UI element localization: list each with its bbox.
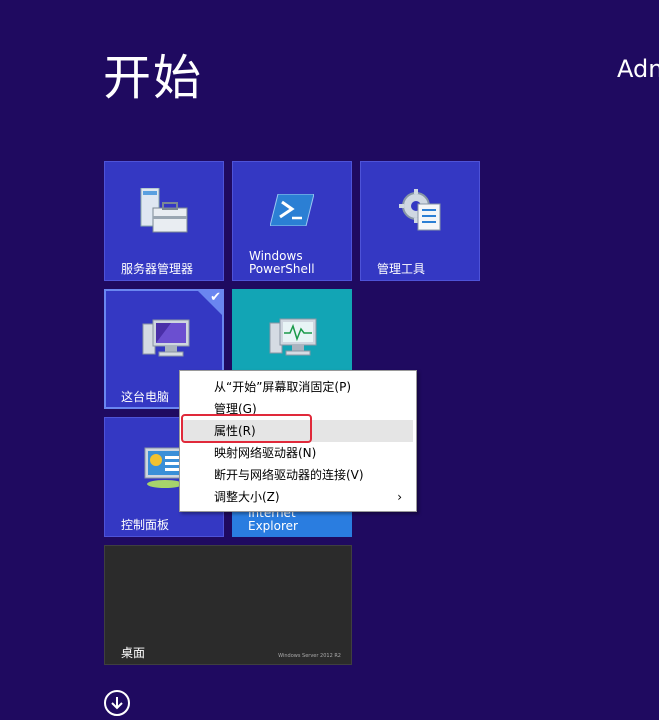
all-apps-button[interactable]: [104, 690, 130, 716]
menu-item-resize[interactable]: 调整大小(Z) ›: [180, 486, 416, 508]
user-name[interactable]: Adm: [617, 55, 659, 83]
tile-server-manager[interactable]: 服务器管理器: [104, 161, 224, 281]
tile-label: 服务器管理器: [121, 262, 194, 276]
selected-check: ✔: [197, 290, 223, 316]
tile-label: 这台电脑: [121, 390, 170, 404]
admin-tools-icon: [399, 189, 441, 231]
server-icon: [140, 188, 188, 233]
powershell-icon: [270, 194, 314, 226]
chevron-right-icon: ›: [397, 490, 402, 504]
tile-desktop[interactable]: 桌面 Windows Server 2012 R2: [104, 545, 352, 665]
computer-icon: [142, 319, 190, 357]
checkmark-icon: ✔: [210, 290, 221, 305]
start-title: 开始: [103, 50, 204, 106]
annotation-highlight-box: [181, 414, 312, 443]
tile-powershell[interactable]: Windows PowerShell: [232, 161, 352, 281]
windows-server-brand: Windows Server 2012 R2: [278, 653, 341, 659]
tile-admin-tools[interactable]: 管理工具: [360, 161, 480, 281]
arrow-down-circle-icon: [111, 697, 123, 710]
menu-item-resize-label: 调整大小(Z): [214, 490, 280, 504]
tile-label: 桌面: [121, 646, 146, 660]
monitor-icon: [269, 318, 317, 356]
menu-item-map-drive[interactable]: 映射网络驱动器(N): [180, 442, 416, 464]
tile-label: 管理工具: [377, 262, 426, 276]
tile-label: Windows PowerShell: [249, 249, 315, 276]
menu-item-unpin[interactable]: 从“开始”屏幕取消固定(P): [180, 376, 416, 398]
tile-label: 控制面板: [121, 518, 170, 532]
menu-item-disconnect-drive[interactable]: 断开与网络驱动器的连接(V): [180, 464, 416, 486]
